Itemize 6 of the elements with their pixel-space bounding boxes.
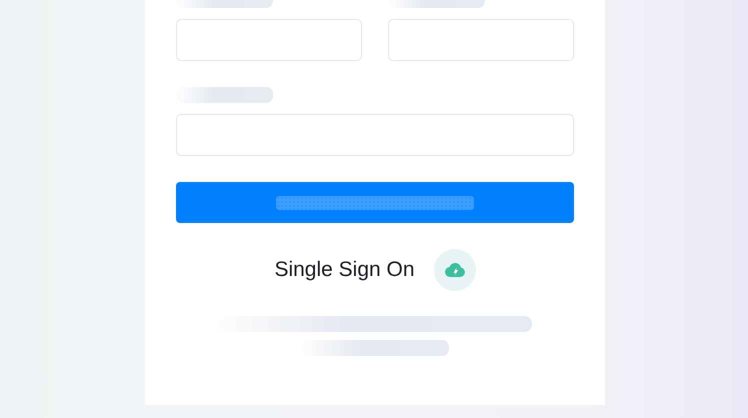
input-field[interactable]: [176, 19, 362, 61]
input-field[interactable]: [388, 19, 574, 61]
sso-label: Single Sign On: [274, 258, 415, 282]
cloud-icon[interactable]: [434, 249, 476, 291]
input-field[interactable]: [176, 114, 574, 156]
submit-button[interactable]: [176, 182, 574, 223]
